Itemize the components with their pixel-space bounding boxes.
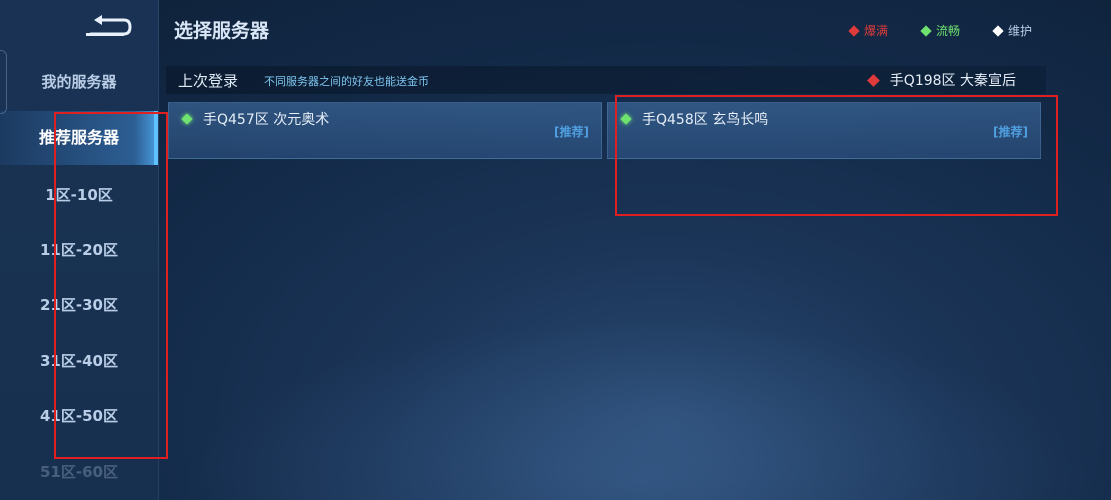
- server-name: 手Q458区 玄鸟长鸣: [642, 112, 769, 128]
- legend-label: 流畅: [936, 24, 961, 38]
- server-card[interactable]: 手Q457区 次元奥术 [推荐]: [168, 102, 602, 159]
- legend-label: 爆满: [864, 24, 889, 38]
- sidebar-item-31-40[interactable]: 31区-40区: [0, 341, 158, 381]
- last-login-hint: 不同服务器之间的好友也能送金币: [264, 75, 429, 88]
- back-arrow-icon: [86, 15, 132, 36]
- background-glow: [180, 320, 1100, 500]
- status-full-icon: [866, 73, 880, 87]
- sidebar: 我的服务器 推荐服务器 1区-10区 11区-20区 21区-30区 31区-4…: [0, 0, 159, 500]
- last-login-server[interactable]: 手Q198区 大秦宣后: [866, 70, 1016, 90]
- recommended-tag: [推荐]: [554, 125, 589, 139]
- sidebar-item-11-20[interactable]: 11区-20区: [0, 230, 158, 270]
- green-diamond-icon: [920, 24, 932, 37]
- server-name: 手Q457区 次元奥术: [203, 112, 330, 128]
- white-diamond-icon: [992, 24, 1004, 37]
- legend-maintenance: 维护: [992, 22, 1033, 39]
- last-login-server-name: 手Q198区 大秦宣后: [889, 73, 1016, 89]
- page-title: 选择服务器: [174, 20, 270, 42]
- status-smooth-icon: [620, 113, 632, 125]
- sidebar-item-41-50[interactable]: 41区-50区: [0, 396, 158, 436]
- sidebar-item-1-10[interactable]: 1区-10区: [0, 175, 158, 215]
- last-login-bar: 上次登录 不同服务器之间的好友也能送金币 手Q198区 大秦宣后: [166, 66, 1046, 94]
- sidebar-item-recommended[interactable]: 推荐服务器: [0, 111, 158, 165]
- last-login-title: 上次登录: [178, 72, 239, 90]
- sidebar-item-my-servers[interactable]: 我的服务器: [0, 62, 158, 102]
- sidebar-item-51-60[interactable]: 51区-60区: [0, 452, 158, 492]
- back-button[interactable]: [84, 12, 132, 42]
- server-card[interactable]: 手Q458区 玄鸟长鸣 [推荐]: [607, 102, 1041, 159]
- recommended-tag: [推荐]: [993, 125, 1028, 139]
- legend-full: 爆满: [848, 22, 889, 39]
- legend-label: 维护: [1008, 24, 1033, 38]
- sidebar-item-21-30[interactable]: 21区-30区: [0, 285, 158, 325]
- status-smooth-icon: [181, 113, 193, 125]
- legend-smooth: 流畅: [920, 22, 961, 39]
- red-diamond-icon: [848, 24, 860, 37]
